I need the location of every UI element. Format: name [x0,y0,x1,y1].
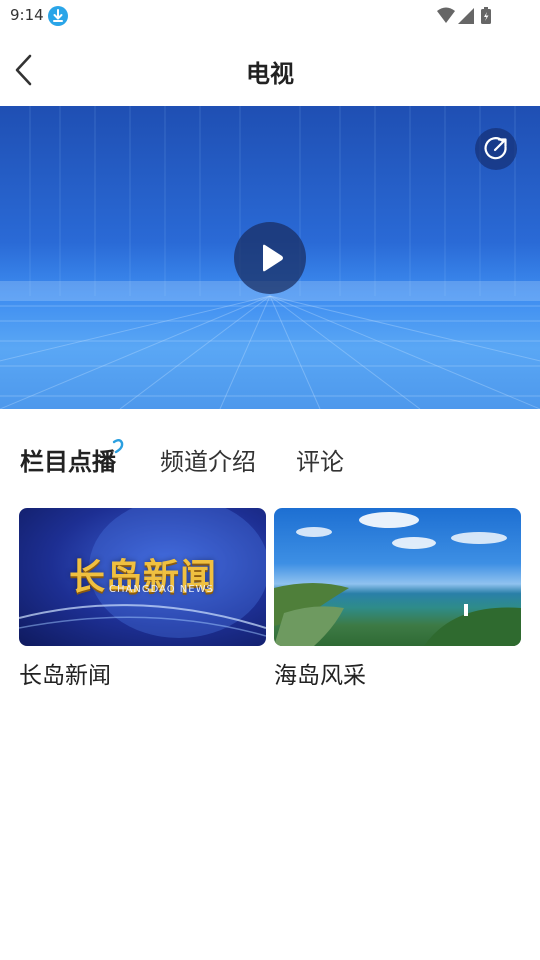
active-tab-indicator [112,439,124,454]
tab-comments[interactable]: 评论 [296,442,344,477]
tab-channel-intro[interactable]: 频道介绍 [160,442,256,477]
program-card[interactable]: 长岛新闻 CHANGDAO NEWS 长岛新闻 [19,508,266,690]
program-thumbnail[interactable] [274,508,521,646]
download-icon [48,6,68,26]
tab-bar: 栏目点播 频道介绍 评论 [0,430,540,486]
status-icons [436,6,506,30]
signal-icon [458,8,474,24]
island-scenery-image [274,512,521,646]
app-header: 电视 [0,32,540,107]
status-time: 9:14 [10,6,44,24]
play-button[interactable] [234,222,306,294]
status-bar: 9:14 [0,0,540,32]
play-icon [263,244,283,272]
battery-icon [481,7,491,24]
wifi-icon [437,7,455,23]
video-player[interactable] [0,106,540,409]
page-title: 电视 [246,60,294,88]
program-card[interactable]: 海岛风采 [274,508,521,690]
share-icon [484,137,507,160]
program-title: 海岛风采 [274,663,366,689]
program-logo-subtext: CHANGDAO NEWS [109,584,214,595]
program-thumbnail[interactable]: 长岛新闻 CHANGDAO NEWS [19,508,266,646]
program-title: 长岛新闻 [19,663,111,689]
tab-program-on-demand[interactable]: 栏目点播 [20,442,116,477]
share-button[interactable] [475,128,517,170]
